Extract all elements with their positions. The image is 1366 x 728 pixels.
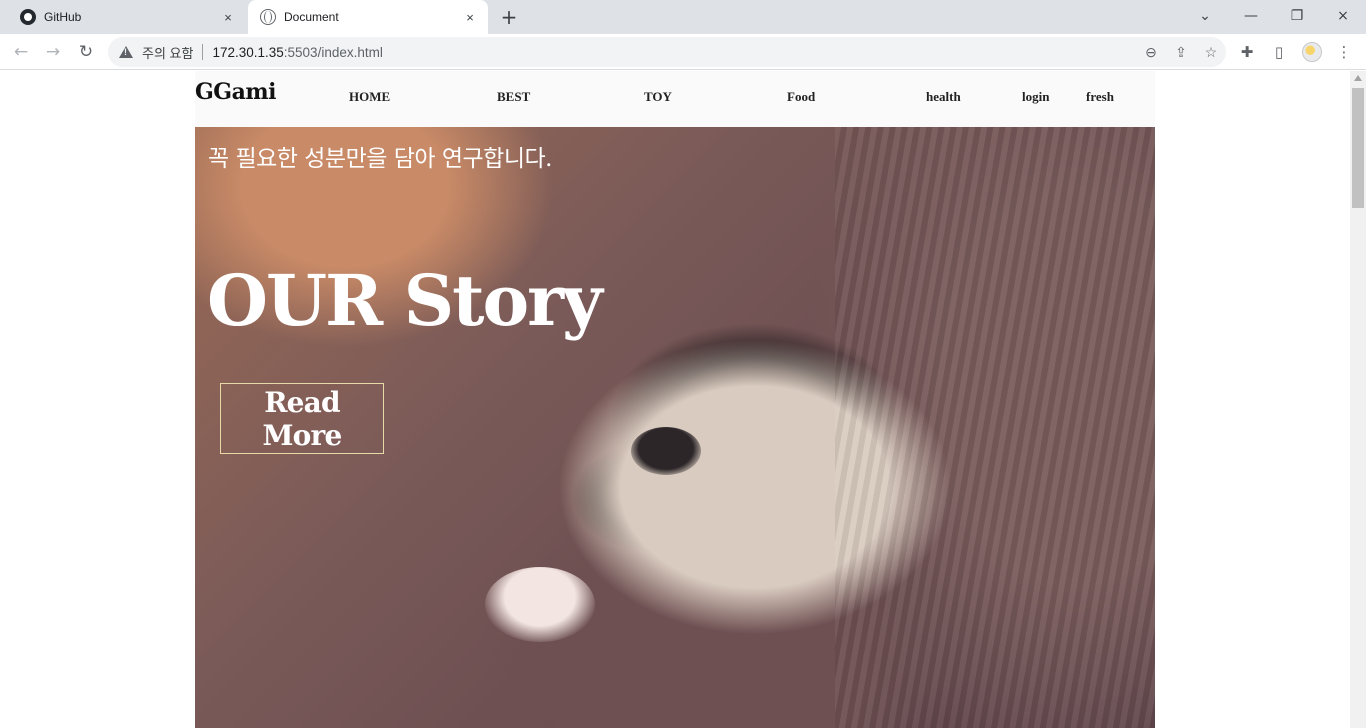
share-icon[interactable]: ⇪	[1166, 37, 1196, 67]
hero-title: OUR Story	[207, 259, 603, 342]
divider	[202, 44, 204, 60]
new-tab-button[interactable]: +	[498, 6, 520, 28]
scroll-up-arrow-icon[interactable]	[1354, 75, 1362, 81]
tab-document[interactable]: Document ×	[248, 0, 488, 34]
url-host: 172.30.1.35	[212, 44, 284, 60]
globe-icon	[260, 9, 276, 25]
browser-menu-icon[interactable]: ⋮	[1331, 39, 1357, 65]
nav-home[interactable]: HOME	[349, 89, 390, 105]
nav-best[interactable]: BEST	[497, 89, 530, 105]
minimize-button[interactable]: —	[1228, 0, 1274, 32]
restore-button[interactable]: ❐	[1274, 0, 1320, 32]
read-more-button[interactable]: Read More	[220, 383, 384, 454]
url-path: :5503/index.html	[283, 44, 383, 60]
page-viewport: GGami HOME BEST TOY Food health login fr…	[0, 71, 1350, 728]
avatar-icon	[1302, 42, 1322, 62]
bookmark-star-icon[interactable]: ☆	[1196, 37, 1226, 67]
puppy-nose	[631, 427, 701, 475]
page-scrollbar[interactable]	[1350, 71, 1366, 728]
close-icon[interactable]: ×	[462, 9, 478, 25]
side-panel-icon[interactable]: ▯	[1266, 39, 1292, 65]
site-logo[interactable]: GGami	[195, 79, 276, 105]
nav-toy[interactable]: TOY	[644, 89, 672, 105]
warning-icon[interactable]	[119, 46, 133, 58]
hero-subtitle: 꼭 필요한 성분만을 담아 연구합니다.	[208, 146, 552, 172]
security-status[interactable]: 주의 요함	[142, 43, 193, 62]
sweater-texture	[835, 127, 1155, 728]
close-icon[interactable]: ×	[220, 9, 236, 25]
zoom-icon[interactable]: ⊖	[1136, 37, 1166, 67]
hero-banner-image: 꼭 필요한 성분만을 담아 연구합니다. OUR Story Read More	[195, 127, 1155, 728]
tab-title: GitHub	[44, 10, 82, 24]
tab-search-button[interactable]: ⌄	[1182, 0, 1228, 32]
scroll-thumb[interactable]	[1352, 88, 1364, 208]
reload-button[interactable]: ↻	[73, 39, 99, 65]
puppy-paw	[485, 567, 595, 642]
back-button[interactable]: ←	[8, 39, 34, 65]
nav-fresh[interactable]: fresh	[1086, 89, 1114, 105]
tab-github[interactable]: GitHub ×	[8, 0, 246, 34]
github-icon	[20, 9, 36, 25]
window-close-button[interactable]: ×	[1320, 0, 1366, 32]
address-bar[interactable]: 주의 요함 172.30.1.35:5503/index.html ⊖ ⇪ ☆	[108, 37, 1226, 67]
url-text[interactable]: 172.30.1.35:5503/index.html	[212, 45, 1136, 60]
nav-health[interactable]: health	[926, 89, 961, 105]
browser-toolbar: ← → ↻ 주의 요함 172.30.1.35:5503/index.html …	[0, 34, 1366, 70]
nav-login[interactable]: login	[1022, 89, 1049, 105]
site-header: GGami HOME BEST TOY Food health login fr…	[195, 71, 1155, 127]
profile-avatar[interactable]	[1299, 39, 1325, 65]
nav-food[interactable]: Food	[787, 89, 815, 105]
forward-button[interactable]: →	[40, 39, 66, 65]
extensions-icon[interactable]: ✚	[1234, 39, 1260, 65]
browser-tab-strip: GitHub × Document × + ⌄ — ❐ ×	[0, 0, 1366, 34]
tab-title: Document	[284, 10, 339, 24]
